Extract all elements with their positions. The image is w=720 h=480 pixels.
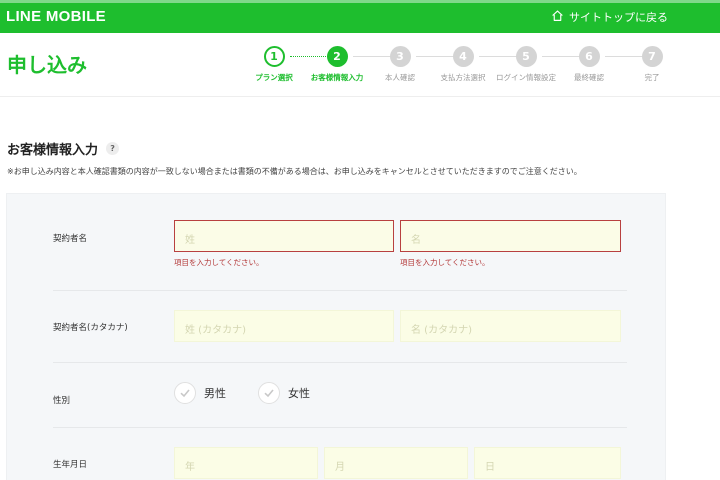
back-to-site-top-link[interactable]: サイトトップに戻る xyxy=(551,9,668,25)
step-number: 4 xyxy=(452,46,474,67)
last-name-kana-input[interactable]: 姓 (カタカナ) xyxy=(174,310,394,342)
row-divider xyxy=(53,362,627,363)
gender-label: 性別 xyxy=(53,396,71,406)
last-name-error: 項目を入力してください。 xyxy=(174,258,264,267)
home-icon xyxy=(551,9,564,25)
step-label: 支払方法選択 xyxy=(440,73,486,82)
step-payment-method: 4 支払方法選択 xyxy=(433,46,493,83)
step-number: 3 xyxy=(389,46,411,67)
progress-stepper: 1 プラン選択 2 お客様情報入力 3 本人確認 4 支払方法選択 5 ログイン… xyxy=(249,46,669,86)
contract-name-label: 契約者名 xyxy=(53,234,88,244)
step-number: 7 xyxy=(641,46,663,67)
first-name-error: 項目を入力してください。 xyxy=(400,258,490,267)
step-label: 最終確認 xyxy=(574,73,604,82)
checkmark-icon xyxy=(258,382,280,404)
section-heading: お客様情報入力 ? xyxy=(7,139,120,158)
step-label: 本人確認 xyxy=(385,73,415,82)
step-identity-check: 3 本人確認 xyxy=(370,46,430,83)
line-mobile-logo[interactable]: LINE MOBILE xyxy=(6,8,106,25)
row-divider xyxy=(53,427,627,428)
step-customer-info: 2 お客様情報入力 xyxy=(307,46,367,83)
step-label: ログイン情報設定 xyxy=(496,73,556,82)
step-label: お客様情報入力 xyxy=(310,73,364,82)
gender-male-label: 男性 xyxy=(204,387,226,400)
page-title: 申し込み xyxy=(7,53,87,77)
birth-year-input[interactable]: 年 xyxy=(174,447,318,479)
step-plan-select: 1 プラン選択 xyxy=(244,46,304,83)
step-complete: 7 完了 xyxy=(622,46,682,83)
top-bar: LINE MOBILE サイトトップに戻る xyxy=(0,0,720,33)
row-divider xyxy=(53,290,627,291)
gender-female-label: 女性 xyxy=(288,387,310,400)
gender-male-radio[interactable]: 男性 xyxy=(174,382,226,404)
step-number: 1 xyxy=(263,46,285,67)
step-label: 完了 xyxy=(644,73,660,82)
step-number: 6 xyxy=(578,46,600,67)
birthday-label: 生年月日 xyxy=(53,460,88,470)
step-number: 5 xyxy=(515,46,537,67)
first-name-input[interactable]: 名 xyxy=(400,220,621,252)
cancellation-notice: ※お申し込み内容と本人確認書類の内容が一致しない場合または書類の不備がある場合は… xyxy=(7,167,582,176)
first-name-kana-input[interactable]: 名 (カタカナ) xyxy=(400,310,621,342)
step-number: 2 xyxy=(326,46,348,67)
header-divider xyxy=(0,96,720,97)
step-login-settings: 5 ログイン情報設定 xyxy=(496,46,556,83)
help-icon[interactable]: ? xyxy=(106,142,120,155)
last-name-input[interactable]: 姓 xyxy=(174,220,394,252)
customer-info-form: 契約者名 姓 名 項目を入力してください。 項目を入力してください。 契約者名(… xyxy=(6,193,666,480)
checkmark-icon xyxy=(174,382,196,404)
back-link-label: サイトトップに戻る xyxy=(569,11,668,24)
birth-day-input[interactable]: 日 xyxy=(474,447,621,479)
contract-name-kana-label: 契約者名(カタカナ) xyxy=(53,323,128,333)
top-accent-line xyxy=(0,0,720,3)
step-label: プラン選択 xyxy=(255,73,293,82)
step-final-confirm: 6 最終確認 xyxy=(559,46,619,83)
birth-month-input[interactable]: 月 xyxy=(324,447,468,479)
section-title: お客様情報入力 xyxy=(7,143,99,158)
gender-female-radio[interactable]: 女性 xyxy=(258,382,310,404)
